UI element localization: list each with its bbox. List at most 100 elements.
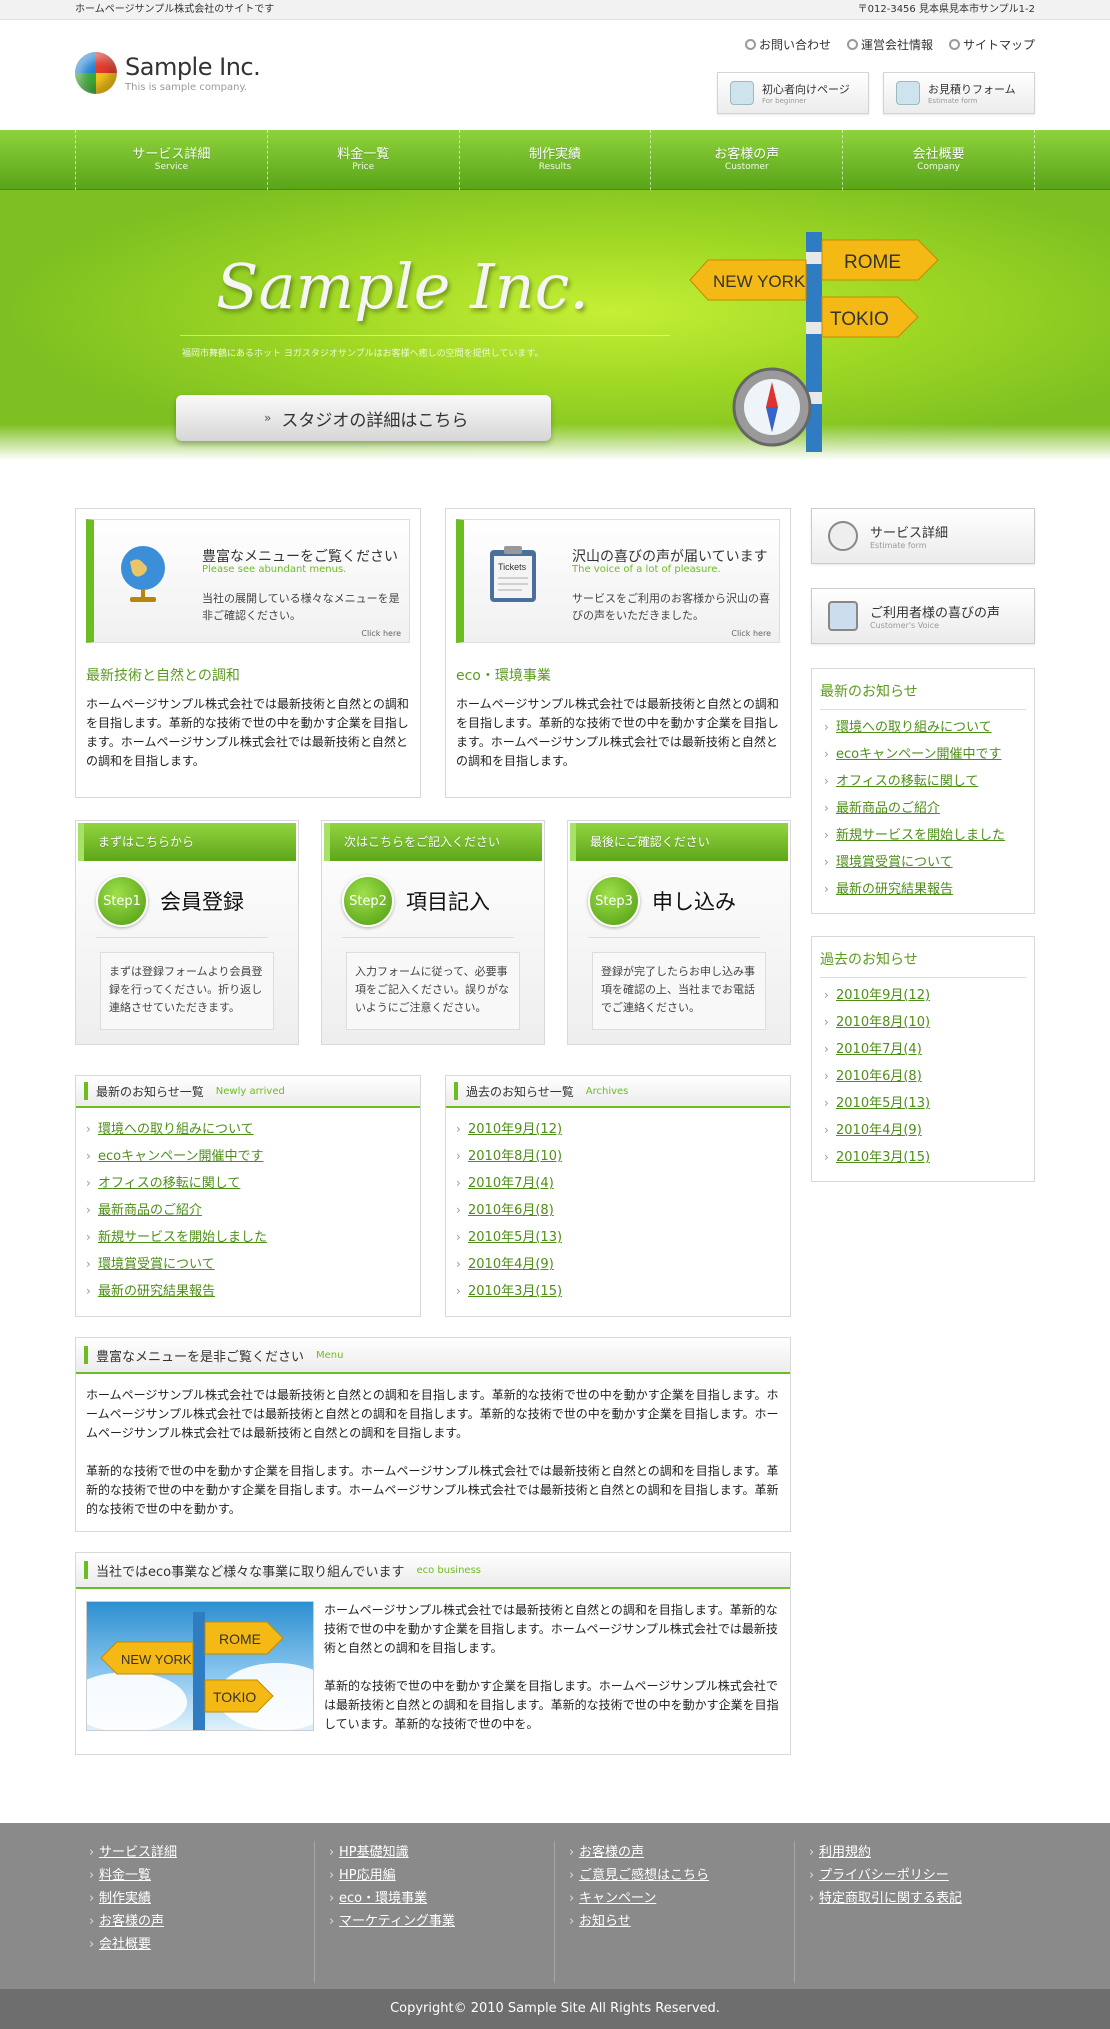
footer-link[interactable]: 特定商取引に関する表記 bbox=[819, 1891, 962, 1906]
global-nav: サービス詳細 Service 料金一覧 Price 制作実績 Results お客様の… bbox=[0, 130, 1110, 190]
footer-link[interactable]: お知らせ bbox=[579, 1914, 631, 1929]
footer-link[interactable]: プライバシーポリシー bbox=[819, 1868, 949, 1883]
news-link[interactable]: 環境への取り組みについて bbox=[98, 1122, 254, 1137]
footer-link[interactable]: eco・環境事業 bbox=[339, 1891, 427, 1906]
side-news-link[interactable]: 新規サービスを開始しました bbox=[836, 828, 1005, 843]
news-link[interactable]: ecoキャンペーン開催中です bbox=[98, 1149, 263, 1164]
archive-link[interactable]: 2010年7月(4) bbox=[468, 1176, 554, 1191]
footer-link[interactable]: ご意見ご感想はこちら bbox=[579, 1868, 709, 1883]
step-text: まずは登録フォームより会員登録を行ってください。折り返し連絡させていただきます。 bbox=[100, 952, 274, 1030]
copyright: Copyright© 2010 Sample Site All Rights R… bbox=[0, 1989, 1110, 2029]
side-service-button[interactable]: サービス詳細 Estimate form bbox=[811, 508, 1035, 564]
logo-tagline: This is sample company. bbox=[125, 82, 248, 93]
nav-item-service[interactable]: サービス詳細 Service bbox=[75, 130, 267, 190]
studio-detail-button[interactable]: » スタジオの詳細はこちら bbox=[176, 395, 551, 441]
top-bar: ホームページサンプル株式会社のサイトです 〒012-3456 見本県見本市サンプ… bbox=[0, 0, 1110, 20]
header: Sample Inc. This is sample company. お問い合… bbox=[75, 20, 1035, 130]
news-link[interactable]: 環境賞受賞について bbox=[98, 1257, 215, 1272]
side-news-link[interactable]: 環境賞受賞について bbox=[836, 855, 953, 870]
side-news-link[interactable]: 最新の研究結果報告 bbox=[836, 882, 953, 897]
footer-link[interactable]: お客様の声 bbox=[579, 1845, 644, 1860]
archive-link[interactable]: 2010年4月(9) bbox=[468, 1257, 554, 1272]
side-archive-link[interactable]: 2010年9月(12) bbox=[836, 988, 930, 1003]
header-link-company[interactable]: 運営会社情報 bbox=[846, 36, 933, 53]
footer-link[interactable]: 制作実績 bbox=[99, 1891, 151, 1906]
step-header: 次はこちらをご記入ください bbox=[324, 823, 542, 861]
footer-link[interactable]: HP基礎知識 bbox=[339, 1845, 409, 1860]
side-news-link[interactable]: ecoキャンペーン開催中です bbox=[836, 747, 1001, 762]
address: 〒012-3456 見本県見本市サンプル1-2 bbox=[857, 4, 1035, 15]
header-buttons: 初心者向けページ For beginner お見積りフォーム Estimate fo… bbox=[717, 72, 1035, 114]
nav-item-results[interactable]: 制作実績 Results bbox=[458, 130, 651, 190]
chevron-right-icon: » bbox=[264, 411, 272, 425]
footer-link[interactable]: サービス詳細 bbox=[99, 1845, 177, 1860]
archive-link[interactable]: 2010年3月(15) bbox=[468, 1284, 562, 1299]
footer-link[interactable]: 会社概要 bbox=[99, 1937, 151, 1952]
header-link-contact[interactable]: お問い合わせ bbox=[744, 36, 831, 53]
side-archive-link[interactable]: 2010年8月(10) bbox=[836, 1015, 930, 1030]
side-archive-link[interactable]: 2010年5月(13) bbox=[836, 1096, 930, 1111]
footer-link[interactable]: キャンペーン bbox=[579, 1891, 656, 1906]
footer-link[interactable]: お客様の声 bbox=[99, 1914, 164, 1929]
side-archives: 過去のお知らせ 2010年9月(12) 2010年8月(10) 2010年7月(… bbox=[811, 936, 1035, 1182]
heading-bar bbox=[84, 1346, 88, 1364]
beginner-icon bbox=[730, 81, 754, 105]
side-news-link[interactable]: オフィスの移転に関して bbox=[836, 774, 978, 789]
footer-link[interactable]: マーケティング事業 bbox=[339, 1914, 455, 1929]
nav-item-company[interactable]: 会社概要 Company bbox=[842, 130, 1035, 190]
click-here-link[interactable]: Click here bbox=[361, 629, 401, 638]
side-archive-link[interactable]: 2010年4月(9) bbox=[836, 1123, 922, 1138]
feature-body: ホームページサンプル株式会社では最新技術と自然との調和を目指します。革新的な技術… bbox=[86, 697, 409, 768]
sign-rome: ROME bbox=[844, 252, 901, 273]
footer-link[interactable]: HP応用編 bbox=[339, 1868, 396, 1883]
step-badge: Step1 bbox=[96, 875, 148, 927]
news-link[interactable]: 新規サービスを開始しました bbox=[98, 1230, 267, 1245]
hero-divider bbox=[180, 335, 670, 336]
estimate-form-button[interactable]: お見積りフォーム Estimate form bbox=[883, 72, 1035, 114]
footer-link[interactable]: 利用規約 bbox=[819, 1845, 871, 1860]
nav-item-price[interactable]: 料金一覧 Price bbox=[266, 130, 459, 190]
side-archive-link[interactable]: 2010年3月(15) bbox=[836, 1150, 930, 1165]
step-title: 項目記入 bbox=[406, 890, 490, 914]
main-column: 豊富なメニューをご覧ください Please see abundant menus… bbox=[75, 508, 791, 1755]
step-2: 次はこちらをご記入ください Step2 項目記入 入力フォームに従って、必要事項を… bbox=[321, 820, 545, 1045]
side-voice-button[interactable]: ご利用者様の喜びの声 Customer's Voice bbox=[811, 588, 1035, 644]
heading-bar bbox=[454, 1082, 458, 1100]
feature-voice: Tickets 沢山の喜びの声が届いています The voice of a lo… bbox=[445, 508, 791, 798]
step-text: 登録が完了したらお申し込み事項を確認の上、当社までお電話でご連絡ください。 bbox=[592, 952, 766, 1030]
menu-paragraph: 革新的な技術で世の中を動かす企業を目指します。ホームページサンプル株式会社では最… bbox=[86, 1464, 779, 1516]
news-link[interactable]: 最新商品のご紹介 bbox=[98, 1203, 202, 1218]
globe-icon bbox=[121, 546, 165, 602]
eco-paragraph: 革新的な技術で世の中を動かす企業を目指します。ホームページサンプル株式会社では最… bbox=[324, 1679, 779, 1731]
nav-item-customer[interactable]: お客様の声 Customer bbox=[650, 130, 842, 190]
logo-ball-icon bbox=[75, 52, 117, 94]
archive-link[interactable]: 2010年6月(8) bbox=[468, 1203, 554, 1218]
side-archive-link[interactable]: 2010年7月(4) bbox=[836, 1042, 922, 1057]
news-link[interactable]: 最新の研究結果報告 bbox=[98, 1284, 215, 1299]
steps-row: まずはこちらから Step1 会員登録 まずは登録フォームより会員登録を行ってくだ… bbox=[75, 820, 791, 1045]
archive-link[interactable]: 2010年8月(10) bbox=[468, 1149, 562, 1164]
footer-link[interactable]: 料金一覧 bbox=[99, 1868, 151, 1883]
step-1: まずはこちらから Step1 会員登録 まずは登録フォームより会員登録を行ってくだ… bbox=[75, 820, 299, 1045]
side-archive-link[interactable]: 2010年6月(8) bbox=[836, 1069, 922, 1084]
content: 豊富なメニューをご覧ください Please see abundant menus… bbox=[75, 508, 1035, 1755]
news-link[interactable]: オフィスの移転に関して bbox=[98, 1176, 240, 1191]
archive-link[interactable]: 2010年9月(12) bbox=[468, 1122, 562, 1137]
site-description: ホームページサンプル株式会社のサイトです bbox=[75, 4, 275, 15]
side-news-link[interactable]: 環境への取り組みについて bbox=[836, 720, 992, 735]
feature-body: ホームページサンプル株式会社では最新技術と自然との調和を目指します。革新的な技術… bbox=[456, 697, 779, 768]
step-header: 最後にご確認ください bbox=[570, 823, 788, 861]
click-here-link[interactable]: Click here bbox=[731, 629, 771, 638]
sign-tokio: TOKIO bbox=[830, 309, 889, 330]
news-box: 最新のお知らせ一覧 Newly arrived 環境への取り組みについて ecoキ… bbox=[75, 1075, 421, 1317]
header-link-sitemap[interactable]: サイトマップ bbox=[948, 36, 1035, 53]
circle-bullet-icon bbox=[948, 39, 960, 50]
side-news-link[interactable]: 最新商品のご紹介 bbox=[836, 801, 940, 816]
logo[interactable]: Sample Inc. This is sample company. bbox=[75, 52, 261, 94]
archives-title: 過去のお知らせ一覧 bbox=[466, 1084, 574, 1099]
beginner-page-button[interactable]: 初心者向けページ For beginner bbox=[717, 72, 869, 114]
archive-link[interactable]: 2010年5月(13) bbox=[468, 1230, 562, 1245]
feature-menu-banner[interactable]: 豊富なメニューをご覧ください Please see abundant menus… bbox=[86, 519, 410, 643]
news-row: 最新のお知らせ一覧 Newly arrived 環境への取り組みについて ecoキ… bbox=[75, 1075, 791, 1317]
feature-voice-banner[interactable]: Tickets 沢山の喜びの声が届いています The voice of a lo… bbox=[456, 519, 780, 643]
